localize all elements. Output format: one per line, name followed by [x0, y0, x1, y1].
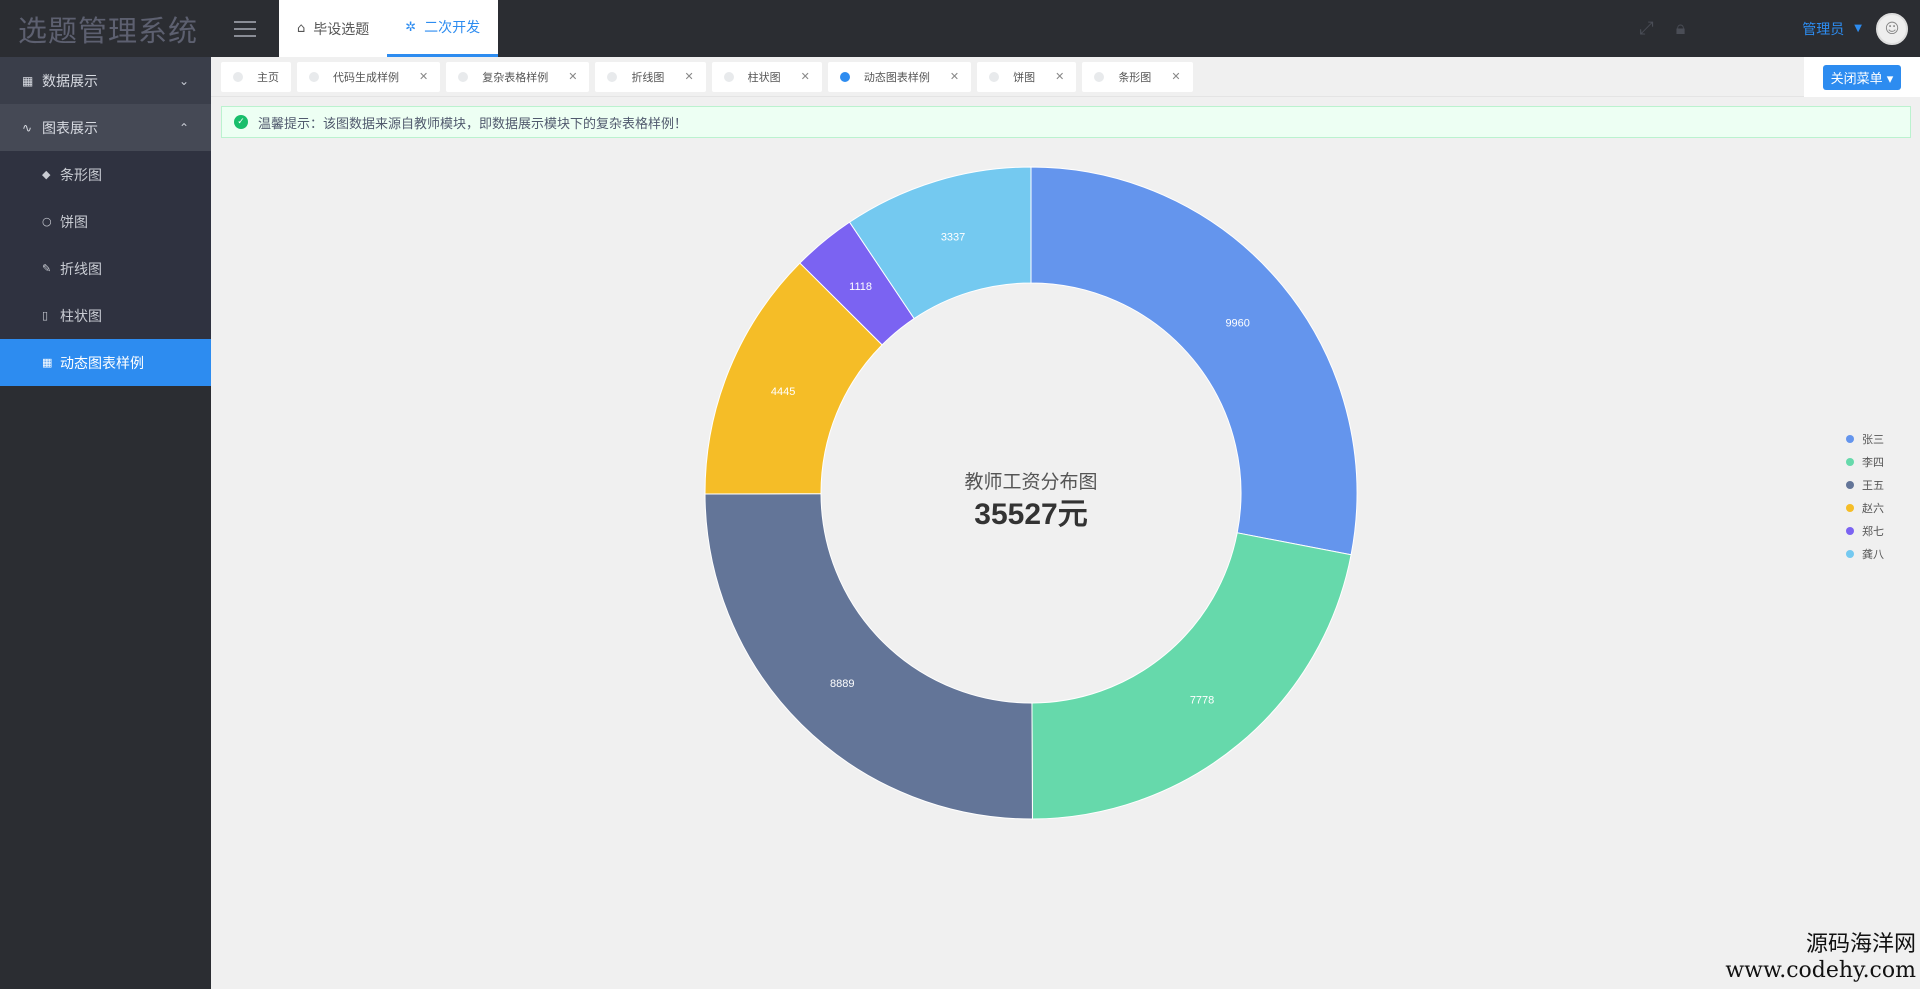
chart-title: 教师工资分布图: [964, 471, 1097, 493]
pie-slice-王五[interactable]: [704, 493, 1033, 820]
legend-swatch: [1846, 480, 1854, 489]
watermark-line1: 源码海洋网: [1805, 932, 1916, 957]
watermark-line2: www.codehy.com: [1725, 958, 1916, 983]
slice-value-label: 1118: [849, 281, 872, 293]
legend-item[interactable]: 李四: [1846, 450, 1884, 473]
legend-item[interactable]: 赵六: [1846, 496, 1884, 519]
slice-value-label: 7778: [1190, 694, 1214, 706]
legend-item[interactable]: 龚八: [1846, 542, 1884, 565]
legend-label: 龚八: [1862, 547, 1884, 561]
watermark: 源码海洋网 www.codehy.com: [1725, 926, 1916, 983]
legend-label: 郑七: [1862, 524, 1884, 538]
legend-label: 赵六: [1862, 501, 1884, 515]
slice-value-label: 3337: [941, 232, 965, 244]
legend-item[interactable]: 张三: [1846, 427, 1884, 450]
legend-swatch: [1846, 526, 1854, 535]
legend-swatch: [1846, 434, 1854, 443]
legend-label: 张三: [1862, 432, 1884, 446]
legend-swatch: [1846, 503, 1854, 512]
donut-chart: 9960 7778 8889 4445 1118 3337 教师工资分布图 35527元: [704, 166, 1358, 820]
legend-item[interactable]: 王五: [1846, 473, 1884, 496]
chart-legend: 张三李四王五赵六郑七龚八: [1846, 427, 1884, 565]
legend-swatch: [1846, 549, 1854, 558]
chart-subtitle: 35527元: [974, 498, 1087, 531]
legend-item[interactable]: 郑七: [1846, 519, 1884, 542]
pie-slice-李四[interactable]: [1031, 532, 1352, 820]
legend-label: 王五: [1862, 478, 1884, 492]
legend-label: 李四: [1862, 455, 1884, 469]
legend-swatch: [1846, 457, 1854, 466]
pie-slice-张三[interactable]: [1030, 166, 1358, 556]
slice-value-label: 8889: [830, 678, 854, 690]
slice-value-label: 4445: [771, 386, 795, 398]
slice-value-label: 9960: [1225, 317, 1249, 329]
